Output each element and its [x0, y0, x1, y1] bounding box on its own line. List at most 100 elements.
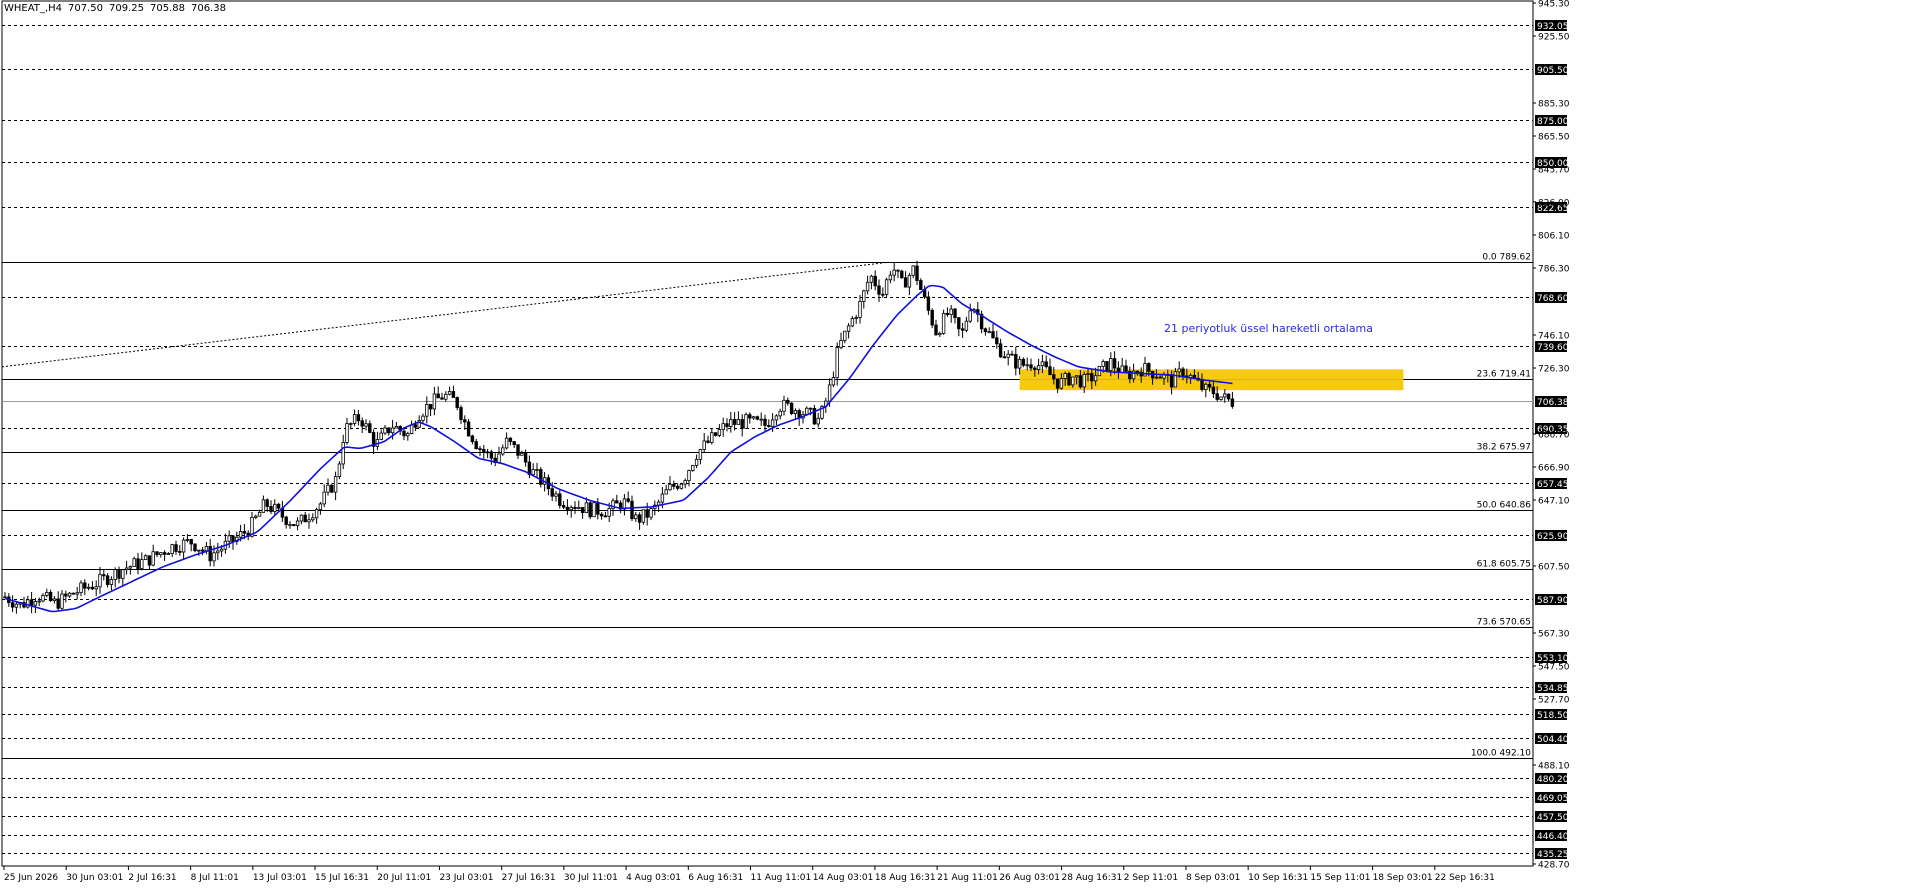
candle-body — [1207, 383, 1212, 388]
candle-body — [174, 544, 178, 552]
candle-body — [113, 569, 117, 580]
candle-body — [786, 399, 790, 404]
level-price-label: 932.05 — [1537, 22, 1569, 32]
candle-body — [1067, 373, 1071, 386]
candle-body — [1082, 374, 1086, 388]
candle-body — [227, 535, 231, 542]
candle-body — [1200, 379, 1204, 390]
candle-body — [1215, 393, 1219, 400]
candle-body — [143, 555, 148, 561]
candle-body — [212, 552, 216, 562]
candle-body — [56, 598, 60, 609]
candle-body — [717, 429, 722, 436]
candle-body — [466, 421, 471, 437]
candle-body — [284, 516, 288, 525]
x-tick-label: 21 Aug 11:01 — [937, 873, 998, 883]
candle-body — [539, 469, 543, 485]
candle-body — [520, 452, 524, 456]
candle-body — [155, 551, 159, 556]
candle-body — [782, 399, 786, 412]
candle-body — [862, 290, 866, 302]
ema-annotation: 21 periyotluk üssel hareketli ortalama — [1164, 322, 1373, 335]
candle-body — [406, 433, 410, 437]
candle-body — [482, 448, 486, 453]
candle-body — [455, 397, 459, 408]
level-price-label: 469.05 — [1537, 794, 1569, 804]
candle-body — [1181, 368, 1185, 377]
candle-body — [276, 503, 281, 509]
level-price-label: 625.90 — [1537, 532, 1569, 542]
candle-body — [710, 432, 714, 443]
candle-body — [926, 296, 931, 311]
high-price: 709.25 — [108, 3, 144, 14]
candle-body — [964, 320, 969, 331]
candle-body — [755, 416, 760, 420]
candle-body — [10, 602, 15, 608]
candle-body — [1063, 373, 1067, 379]
candle-body — [1169, 374, 1174, 388]
candle-body — [504, 437, 509, 449]
chart: 0.0 789.62 23.6 719.41 38.2 675.97 50.0 640… — [0, 0, 1916, 888]
candle-body — [991, 331, 995, 339]
candle-body — [326, 484, 330, 493]
y-tick-label: 488.10 — [1538, 762, 1570, 772]
fib-trend-line — [1, 261, 887, 368]
candle-body — [181, 539, 186, 553]
candle-body — [854, 317, 858, 319]
candle-body — [626, 498, 630, 502]
candle-body — [805, 407, 809, 415]
candle-body — [1105, 361, 1109, 371]
candle-body — [846, 325, 851, 332]
candle-body — [748, 414, 752, 419]
candle-body — [664, 489, 668, 495]
candle-body — [64, 593, 68, 597]
candle-body — [698, 449, 703, 460]
y-tick-label: 865.50 — [1538, 133, 1570, 143]
level-price-label: 739.60 — [1537, 343, 1569, 353]
candle-body — [744, 414, 748, 429]
level-price-label: 446.40 — [1537, 832, 1569, 842]
candle-body — [523, 452, 528, 463]
candle-body — [98, 574, 102, 588]
candle-body — [451, 391, 456, 398]
candle-body — [1120, 365, 1124, 373]
candle-body — [189, 539, 193, 545]
candle-body — [1154, 376, 1159, 379]
candle-body — [683, 480, 687, 485]
y-tick-label: 686.70 — [1538, 431, 1570, 441]
candle-body — [200, 549, 205, 552]
candle-body — [816, 417, 820, 425]
candle-body — [1230, 398, 1235, 407]
candle-body — [1219, 396, 1223, 400]
candle-body — [679, 483, 684, 489]
candle-body — [1158, 376, 1162, 379]
candle-body — [390, 427, 395, 434]
x-tick-label: 27 Jul 16:31 — [502, 873, 556, 883]
open-price: 707.50 — [67, 3, 103, 14]
candle-body — [26, 599, 30, 608]
y-tick-label: 806.10 — [1538, 232, 1570, 242]
candle-body — [337, 463, 342, 477]
candle-body — [402, 430, 406, 437]
candle-body — [29, 599, 34, 606]
fib-level-label: 50.0 640.86 — [1477, 501, 1532, 511]
candle-body — [421, 415, 425, 421]
candle-body — [124, 567, 129, 571]
candle-body — [185, 539, 190, 541]
candle-body — [1017, 358, 1022, 369]
level-price-label: 875.00 — [1537, 117, 1569, 127]
level-price-label: 435.25 — [1537, 850, 1569, 860]
x-tick-label: 8 Sep 03:01 — [1186, 873, 1240, 883]
candle-body — [603, 515, 608, 518]
candle-body — [759, 418, 763, 421]
low-price: 705.88 — [149, 3, 185, 14]
x-tick-label: 15 Jul 16:31 — [315, 873, 369, 883]
candle-body — [596, 502, 600, 515]
candle-body — [550, 488, 554, 497]
candle-body — [561, 505, 566, 508]
ema-line — [4, 284, 1233, 613]
candle-body — [668, 483, 672, 491]
candle-body — [1147, 363, 1151, 372]
candle-body — [102, 574, 106, 577]
candle-body — [1090, 373, 1094, 382]
